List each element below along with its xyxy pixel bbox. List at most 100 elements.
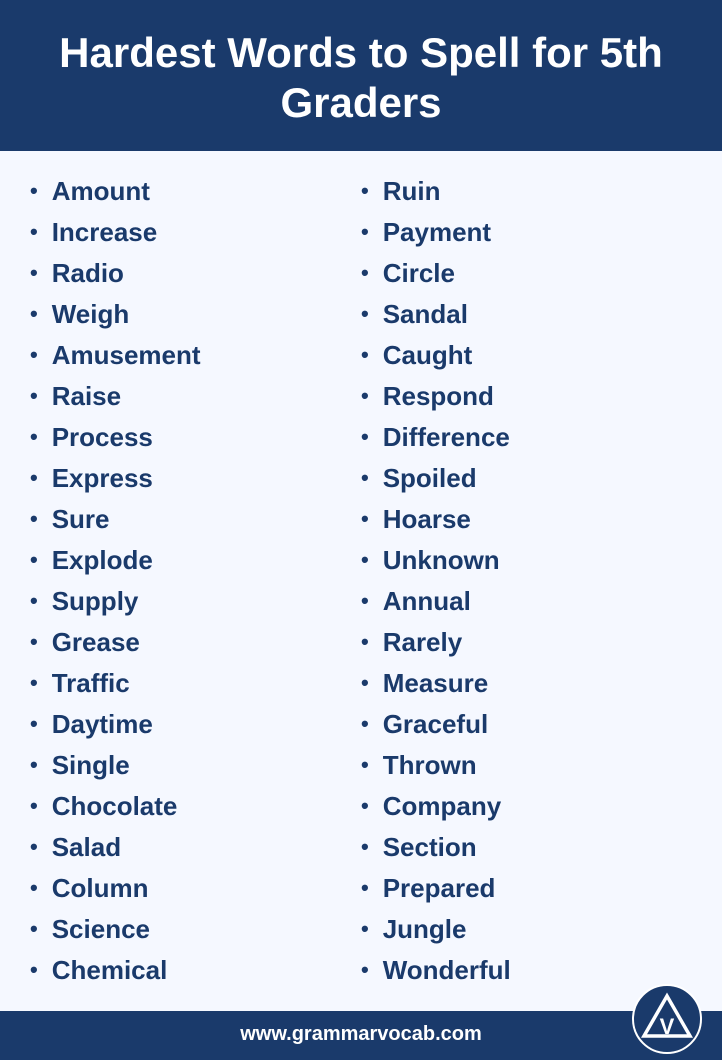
list-item: • Hoarse <box>361 499 692 540</box>
word-label: Ruin <box>383 176 441 207</box>
list-item: •Chocolate <box>30 786 361 827</box>
list-item: •Supply <box>30 581 361 622</box>
word-label: Chemical <box>52 955 168 986</box>
word-label: Traffic <box>52 668 130 699</box>
bullet-icon: • <box>30 303 38 325</box>
bullet-icon: • <box>361 426 369 448</box>
bullet-icon: • <box>361 631 369 653</box>
header: Hardest Words to Spell for 5th Graders <box>0 0 722 151</box>
word-label: Section <box>383 832 477 863</box>
bullet-icon: • <box>30 385 38 407</box>
bullet-icon: • <box>30 508 38 530</box>
word-label: Grease <box>52 627 140 658</box>
bullet-icon: • <box>30 549 38 571</box>
footer-url: www.grammarvocab.com <box>240 1023 482 1046</box>
word-label: Graceful <box>383 709 489 740</box>
word-label: Amusement <box>52 340 201 371</box>
word-label: Rarely <box>383 627 463 658</box>
word-label: Weigh <box>52 299 130 330</box>
word-label: Explode <box>52 545 153 576</box>
right-column: •Ruin•Payment•Circle•Sandal•Caught•Respo… <box>361 171 692 991</box>
bullet-icon: • <box>30 836 38 858</box>
list-item: • Weigh <box>30 294 361 335</box>
list-item: • Spoiled <box>361 458 692 499</box>
word-label: Annual <box>383 586 471 617</box>
word-label: Thrown <box>383 750 477 781</box>
list-item: • Section <box>361 827 692 868</box>
list-item: •Express <box>30 458 361 499</box>
list-item: • Measure <box>361 663 692 704</box>
list-item: •Payment <box>361 212 692 253</box>
word-label: Measure <box>383 668 489 699</box>
bullet-icon: • <box>30 631 38 653</box>
word-label: Sure <box>52 504 110 535</box>
word-label: Jungle <box>383 914 467 945</box>
word-label: Prepared <box>383 873 496 904</box>
word-label: Company <box>383 791 501 822</box>
word-label: Daytime <box>52 709 153 740</box>
bullet-icon: • <box>361 713 369 735</box>
content-area: • Amount • Increase • Radio • Weigh • Amusement • R… <box>0 151 722 1011</box>
list-item: • Daytime <box>30 704 361 745</box>
bullet-icon: • <box>361 590 369 612</box>
word-label: Science <box>52 914 150 945</box>
bullet-icon: • <box>361 672 369 694</box>
bullet-icon: • <box>361 549 369 571</box>
list-item: • Rarely <box>361 622 692 663</box>
list-item: • Amount <box>30 171 361 212</box>
word-label: Difference <box>383 422 510 453</box>
list-item: • Annual <box>361 581 692 622</box>
list-item: • Respond <box>361 376 692 417</box>
word-label: Respond <box>383 381 494 412</box>
word-label: Process <box>52 422 153 453</box>
list-item: • Grease <box>30 622 361 663</box>
bullet-icon: • <box>361 795 369 817</box>
bullet-icon: • <box>30 959 38 981</box>
list-item: • Graceful <box>361 704 692 745</box>
bullet-icon: • <box>361 344 369 366</box>
bullet-icon: • <box>30 918 38 940</box>
list-item: • Difference <box>361 417 692 458</box>
bullet-icon: • <box>30 713 38 735</box>
word-label: Payment <box>383 217 491 248</box>
bullet-icon: • <box>30 426 38 448</box>
bullet-icon: • <box>361 467 369 489</box>
bullet-icon: • <box>361 385 369 407</box>
bullet-icon: • <box>361 959 369 981</box>
word-label: Unknown <box>383 545 500 576</box>
word-label: Wonderful <box>383 955 511 986</box>
word-label: Radio <box>52 258 124 289</box>
list-item: •Circle <box>361 253 692 294</box>
list-item: • Prepared <box>361 868 692 909</box>
word-label: Spoiled <box>383 463 477 494</box>
list-item: • Process <box>30 417 361 458</box>
list-item: •Caught <box>361 335 692 376</box>
list-item: • Chemical <box>30 950 361 991</box>
word-label: Amount <box>52 176 150 207</box>
bullet-icon: • <box>361 180 369 202</box>
bullet-icon: • <box>361 836 369 858</box>
list-item: • Explode <box>30 540 361 581</box>
word-label: Single <box>52 750 130 781</box>
word-label: Column <box>52 873 149 904</box>
bullet-icon: • <box>361 508 369 530</box>
word-label: Hoarse <box>383 504 471 535</box>
word-label: Increase <box>52 217 158 248</box>
footer: www.grammarvocab.com V <box>0 1011 722 1058</box>
list-item: •Column <box>30 868 361 909</box>
list-item: • Jungle <box>361 909 692 950</box>
bullet-icon: • <box>361 877 369 899</box>
list-item: •Single <box>30 745 361 786</box>
list-item: •Traffic <box>30 663 361 704</box>
bullet-icon: • <box>30 180 38 202</box>
bullet-icon: • <box>361 754 369 776</box>
svg-text:V: V <box>660 1014 675 1039</box>
bullet-icon: • <box>361 918 369 940</box>
logo: V <box>632 984 702 1054</box>
bullet-icon: • <box>361 262 369 284</box>
list-item: •Sandal <box>361 294 692 335</box>
list-item: • Company <box>361 786 692 827</box>
list-item: • Thrown <box>361 745 692 786</box>
bullet-icon: • <box>30 221 38 243</box>
word-label: Raise <box>52 381 121 412</box>
